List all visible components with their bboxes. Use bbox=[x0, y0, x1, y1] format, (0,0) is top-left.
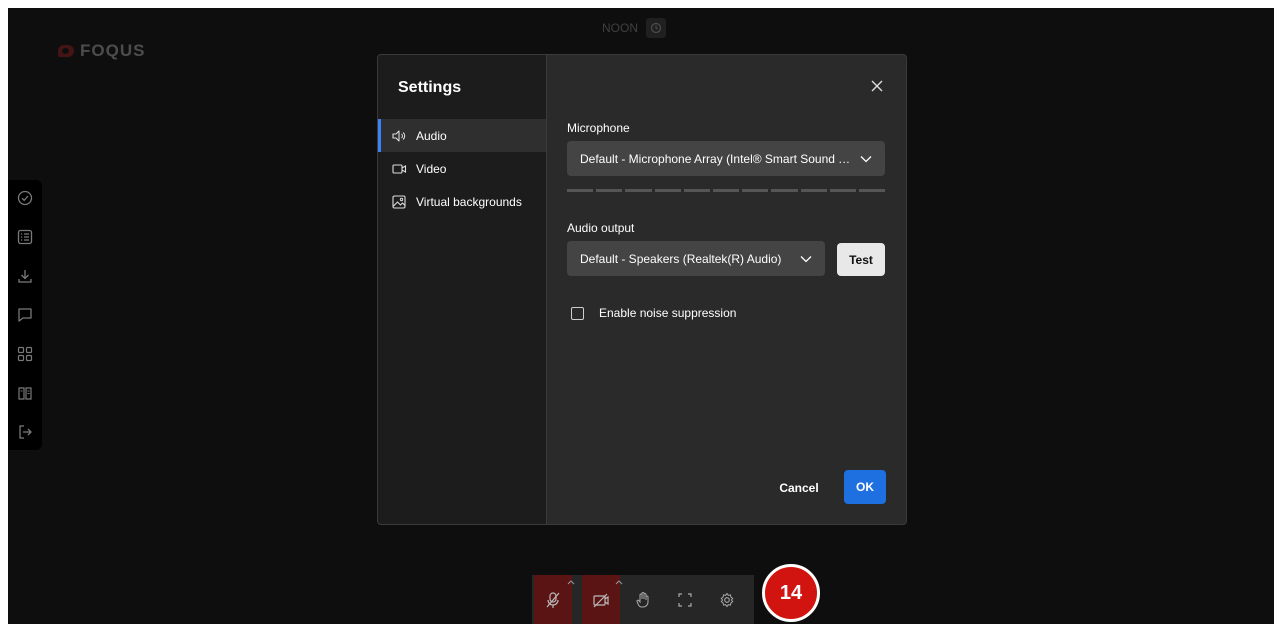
nav-item-virtual-backgrounds[interactable]: Virtual backgrounds bbox=[378, 185, 546, 218]
meeting-controls-bar bbox=[532, 575, 754, 624]
dialog-title: Settings bbox=[398, 79, 462, 96]
chevron-up-icon[interactable] bbox=[614, 577, 624, 587]
noise-suppression-label[interactable]: Enable noise suppression bbox=[599, 306, 736, 320]
chevron-up-icon[interactable] bbox=[566, 577, 576, 587]
test-button[interactable]: Test bbox=[837, 243, 885, 276]
settings-button[interactable] bbox=[708, 575, 746, 624]
raise-hand-icon bbox=[636, 591, 649, 608]
chevron-down-icon bbox=[860, 155, 872, 162]
audio-output-value: Default - Speakers (Realtek(R) Audio) bbox=[580, 251, 782, 266]
close-button[interactable] bbox=[868, 77, 886, 95]
audio-settings-panel: Microphone Default - Microphone Array (I… bbox=[547, 55, 906, 524]
microphone-label: Microphone bbox=[567, 121, 630, 135]
camera-toggle-button[interactable] bbox=[582, 575, 623, 624]
nav-label: Video bbox=[416, 161, 447, 176]
ok-button[interactable]: OK bbox=[844, 470, 886, 504]
noise-suppression-row: Enable noise suppression bbox=[571, 306, 736, 320]
image-icon bbox=[391, 194, 407, 210]
step-number-badge: 14 bbox=[762, 564, 820, 622]
fullscreen-button[interactable] bbox=[666, 575, 704, 624]
chevron-down-icon bbox=[800, 255, 812, 262]
nav-item-audio[interactable]: Audio bbox=[378, 119, 546, 152]
fullscreen-icon bbox=[678, 592, 692, 607]
camera-off-icon bbox=[593, 593, 609, 607]
settings-nav: Settings Audio Video Virtual backgrounds bbox=[378, 55, 547, 524]
cancel-button[interactable]: Cancel bbox=[771, 471, 827, 504]
audio-output-label: Audio output bbox=[567, 221, 635, 235]
noise-suppression-checkbox[interactable] bbox=[571, 306, 584, 320]
nav-label: Virtual backgrounds bbox=[416, 194, 522, 209]
microphone-select[interactable]: Default - Microphone Array (Intel® Smart… bbox=[567, 141, 885, 176]
microphone-value: Default - Microphone Array (Intel® Smart… bbox=[580, 151, 851, 166]
speaker-icon bbox=[391, 128, 407, 144]
mic-muted-icon bbox=[546, 591, 560, 608]
meeting-app: FOQUS NOON Settings Audio Video Virtual … bbox=[8, 8, 1274, 624]
mic-toggle-button[interactable] bbox=[534, 575, 575, 624]
video-icon bbox=[391, 161, 407, 177]
microphone-level-meter bbox=[567, 189, 886, 192]
settings-icon bbox=[720, 592, 734, 607]
audio-output-select[interactable]: Default - Speakers (Realtek(R) Audio) bbox=[567, 241, 825, 276]
settings-dialog: Settings Audio Video Virtual backgrounds… bbox=[377, 54, 907, 525]
nav-item-video[interactable]: Video bbox=[378, 152, 546, 185]
close-icon bbox=[871, 80, 883, 92]
raise-hand-button[interactable] bbox=[624, 575, 662, 624]
nav-label: Audio bbox=[416, 128, 447, 143]
